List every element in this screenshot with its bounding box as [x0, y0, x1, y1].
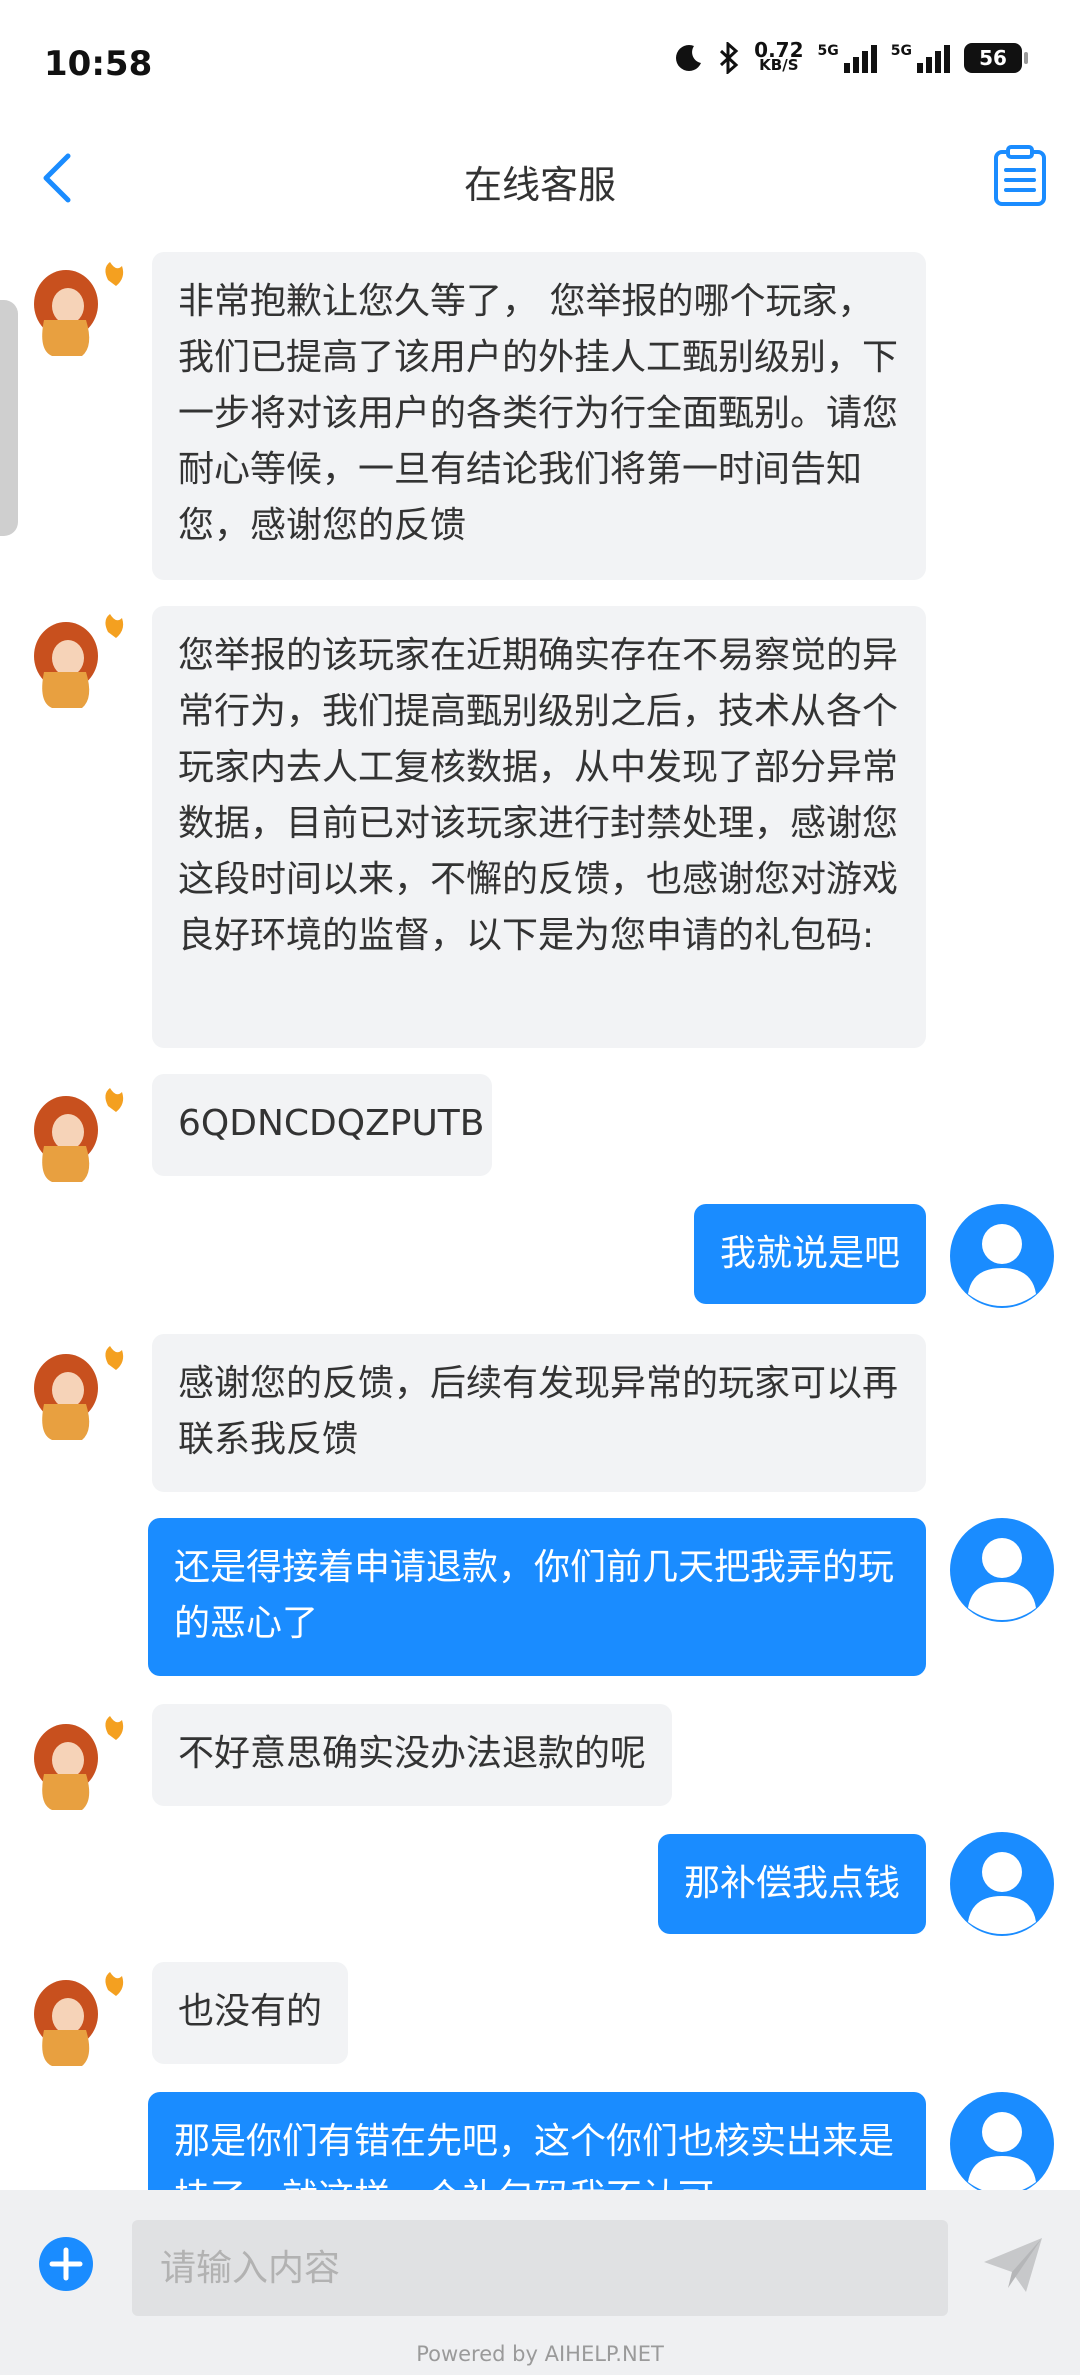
- agent-message-bubble[interactable]: 您举报的该玩家在近期确实存在不易察觉的异常行为，我们提高甄别级别之后，技术从各个…: [152, 606, 926, 1048]
- agent-avatar: [34, 614, 124, 708]
- user-message-bubble[interactable]: 那补偿我点钱: [657, 1834, 926, 1934]
- page-title: 在线客服: [463, 163, 616, 207]
- network-speed: 0.72 KB/S: [754, 40, 803, 74]
- input-bar: Powered by AIHELP.NET: [0, 2190, 1080, 2375]
- network-speed-unit: KB/S: [759, 56, 799, 74]
- agent-avatar: [34, 1972, 124, 2066]
- message-input[interactable]: [132, 2220, 948, 2316]
- clipboard-list-icon[interactable]: [990, 144, 1050, 208]
- chat-header: 在线客服: [0, 130, 1080, 230]
- gift-code-bubble[interactable]: 6QDNCDQZPUTB: [152, 1074, 492, 1176]
- chat-message-list[interactable]: 非常抱歉让您久等了， 您举报的哪个玩家，我们已提高了该用户的外挂人工甄别级别，下…: [0, 240, 1080, 2190]
- status-bar: 10:58 0.72 KB/S 5G 5G 56: [0, 0, 1080, 130]
- paper-plane-icon[interactable]: [982, 2236, 1044, 2294]
- agent-avatar: [34, 1346, 124, 1440]
- user-avatar-icon: [950, 1518, 1054, 1622]
- powered-by-footer: Powered by AIHELP.NET: [416, 2342, 664, 2366]
- user-message-bubble[interactable]: 还是得接着申请退款，你们前几天把我弄的玩的恶心了: [148, 1518, 926, 1676]
- battery-indicator: 56: [964, 43, 1028, 73]
- agent-message-bubble[interactable]: 也没有的: [152, 1962, 349, 2064]
- user-message-bubble[interactable]: 那是你们有错在先吧，这个你们也核实出来是挂了，就这样一个礼包码我不认可: [148, 2092, 926, 2190]
- moon-icon: [676, 45, 702, 71]
- status-time: 10:58: [44, 44, 153, 84]
- user-avatar-icon: [950, 1832, 1054, 1936]
- user-avatar-icon: [950, 1204, 1054, 1308]
- user-avatar-icon: [950, 2092, 1054, 2190]
- sim1-label: 5G: [817, 43, 839, 59]
- user-message-bubble[interactable]: 我就说是吧: [693, 1204, 926, 1304]
- sim2-label: 5G: [890, 43, 912, 59]
- signal-sim2-icon: 5G: [891, 43, 950, 73]
- agent-avatar: [34, 1716, 124, 1810]
- agent-message-bubble[interactable]: 不好意思确实没办法退款的呢: [152, 1704, 673, 1806]
- status-icons: 0.72 KB/S 5G 5G 56: [674, 40, 1028, 74]
- agent-message-bubble[interactable]: 感谢您的反馈，后续有发现异常的玩家可以再联系我反馈: [152, 1334, 926, 1492]
- agent-avatar: [34, 262, 124, 356]
- plus-circle-icon[interactable]: [38, 2236, 94, 2292]
- bluetooth-icon: [720, 42, 739, 74]
- agent-avatar: [34, 1088, 124, 1182]
- agent-message-bubble[interactable]: 非常抱歉让您久等了， 您举报的哪个玩家，我们已提高了该用户的外挂人工甄别级别，下…: [152, 252, 926, 580]
- signal-sim1-icon: 5G: [818, 43, 877, 73]
